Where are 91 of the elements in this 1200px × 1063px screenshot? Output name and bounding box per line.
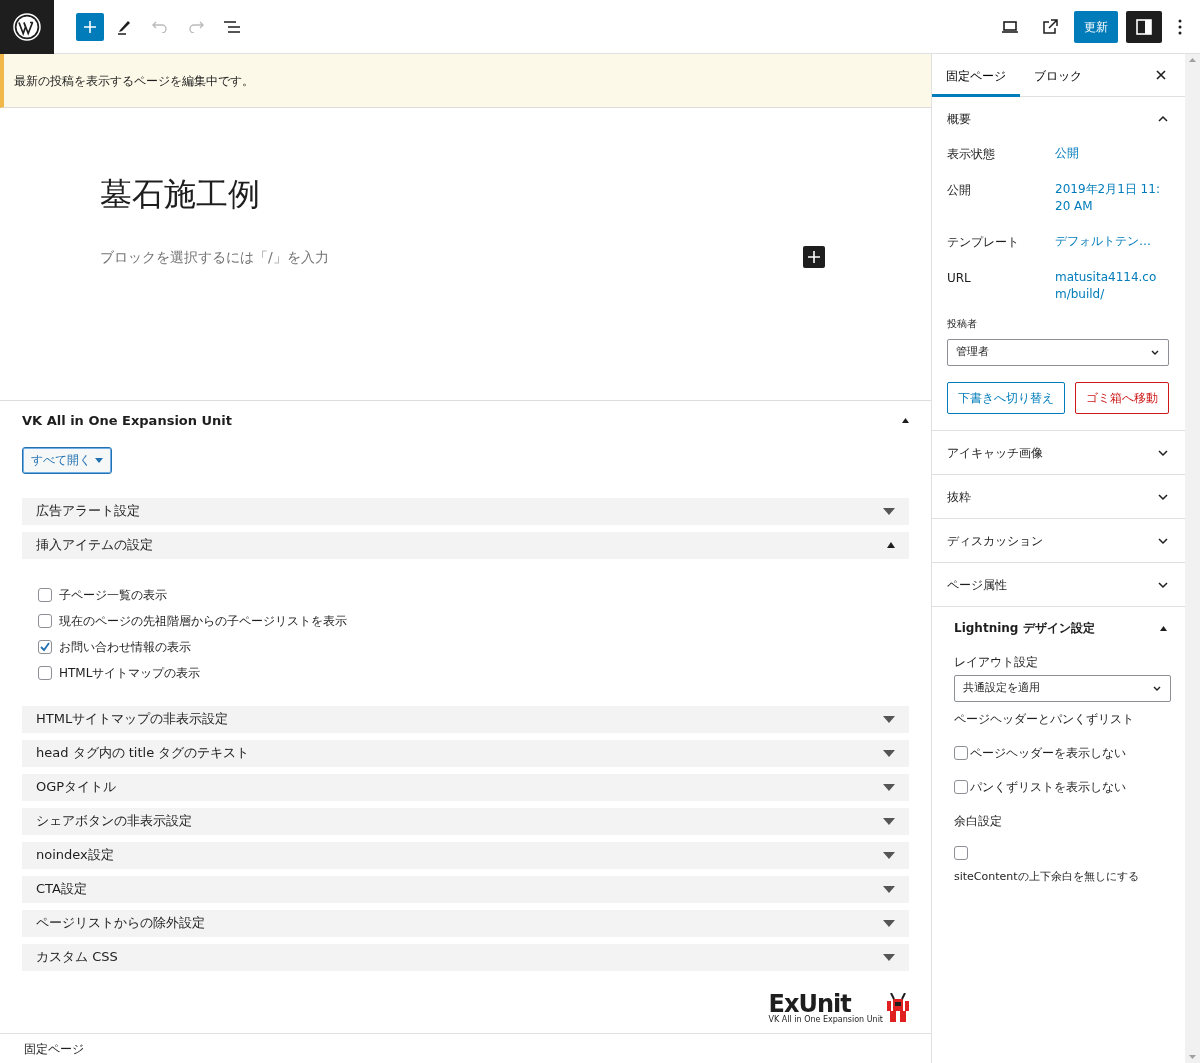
pencil-icon[interactable] [117,18,131,35]
checkbox-label: お問い合わせ情報の表示 [59,638,191,656]
panel-title[interactable]: ディスカッション [947,531,1043,550]
list-view-icon[interactable] [223,19,241,34]
sidebar-tab[interactable]: 固定ページ [932,54,1020,97]
field-label: URL [947,270,972,287]
accordion-header[interactable]: HTMLサイトマップの非表示設定 [22,705,909,733]
chevron-down-icon[interactable] [1157,447,1169,458]
field-label: テンプレート [947,234,1020,251]
accordion-header[interactable]: OGPタイトル [22,773,909,801]
triangle-up-icon[interactable] [902,418,909,424]
triangle-up-icon[interactable] [887,542,895,548]
field-value-link[interactable]: デフォルトテン… [1055,233,1165,251]
accordion-header[interactable]: カスタム CSS [22,943,909,971]
field-value-link[interactable]: 公開 [1055,145,1165,163]
checkbox-label: HTMLサイトマップの表示 [59,664,201,682]
checkbox-label: 子ページ一覧の表示 [59,586,167,604]
checkbox-label: パンくずリストを表示しない [970,779,1126,796]
block-placeholder[interactable]: ブロックを選択するには「/」を入力 [100,246,329,268]
checkbox[interactable] [38,613,52,628]
chevron-down-icon[interactable] [1157,535,1169,546]
sidebar-icon [1136,18,1152,35]
checkbox[interactable] [38,665,52,680]
triangle-down-icon[interactable] [883,749,895,757]
triangle-up-icon[interactable] [1160,625,1167,631]
add-block-button[interactable] [802,246,825,268]
chevron-down-icon [1150,348,1160,357]
logo-subtitle: VK All in One Expansion Unit [768,1015,883,1025]
field-label: ページヘッダーとパンくずリスト [954,711,1135,728]
panel-title[interactable]: ページ属性 [947,575,1007,594]
plus-icon [807,251,820,263]
field-label: 余白設定 [954,813,1003,830]
triangle-down-icon[interactable] [883,885,895,893]
checkbox-label: siteContentの上下余白を無しにする [954,869,1140,885]
triangle-down-icon[interactable] [883,783,895,791]
breadcrumb-link[interactable]: 固定ページ [24,1039,84,1058]
field-label: 表示状態 [947,146,996,163]
field-value-link[interactable]: 2019年2月1日 11:20 AM [1055,181,1165,215]
panel-title[interactable]: 概要 [947,109,971,128]
move-to-trash-button[interactable]: ゴミ箱へ移動 [1075,382,1169,414]
layout-select[interactable]: 共通設定を適用 [954,675,1171,702]
metabox-title: VK All in One Expansion Unit [22,412,233,430]
triangle-down-icon[interactable] [883,851,895,859]
switch-to-draft-button[interactable]: 下書きへ切り替え [947,382,1065,414]
accordion-header[interactable]: 挿入アイテムの設定 [22,531,909,559]
panel-title: Lightning デザイン設定 [954,620,1095,637]
triangle-down-icon[interactable] [883,817,895,825]
triangle-down-icon[interactable] [883,507,895,515]
field-label: 公開 [947,182,972,199]
open-all-button[interactable]: すべて開く [22,446,112,474]
laptop-icon[interactable] [1001,19,1019,34]
chevron-down-icon[interactable] [1157,491,1169,502]
accordion-header[interactable]: シェアボタンの非表示設定 [22,807,909,835]
checkbox[interactable] [954,846,968,860]
sidebar-toggle-button[interactable] [1126,10,1162,43]
external-link-icon[interactable] [1042,18,1058,35]
field-label: レイアウト設定 [954,654,1039,671]
caret-icon [95,457,103,463]
checkbox-label: 現在のページの先祖階層からの子ページリストを表示 [59,612,347,630]
checkbox-label: ページヘッダーを表示しない [970,745,1126,762]
accordion-header[interactable]: ページリストからの除外設定 [22,909,909,937]
author-select[interactable]: 管理者 [947,339,1169,366]
checkbox[interactable] [38,639,52,654]
checkbox[interactable] [38,587,52,602]
checkbox[interactable] [954,780,968,794]
panel-title[interactable]: 抜粋 [947,487,971,506]
checkbox[interactable] [954,746,968,760]
panel-title[interactable]: アイキャッチ画像 [947,443,1043,462]
update-button[interactable]: 更新 [1074,10,1118,43]
more-options-icon[interactable] [1178,18,1182,35]
triangle-down-icon[interactable] [883,953,895,961]
check-icon [40,641,50,652]
field-value-link[interactable]: matusita4114.com/build/ [1055,269,1165,303]
triangle-down-icon[interactable] [883,715,895,723]
field-label: 投稿者 [947,317,978,331]
chevron-down-icon [1152,684,1162,693]
page-title[interactable]: 墓石施工例 [100,175,260,213]
sidebar-tab[interactable]: ブロック [1020,54,1096,97]
close-icon[interactable] [1156,70,1166,80]
accordion-header[interactable]: head タグ内の title タグのテキスト [22,739,909,767]
chevron-up-icon[interactable] [1157,113,1169,124]
robot-mascot-icon [887,993,909,1023]
accordion-header[interactable]: 広告アラート設定 [22,497,909,525]
wordpress-logo-icon[interactable] [13,12,41,41]
notice-text: 最新の投稿を表示するページを編集中です。 [14,72,254,90]
logo-text: ExUnit [768,993,852,1015]
chevron-down-icon[interactable] [1157,579,1169,590]
accordion-header[interactable]: noindex設定 [22,841,909,869]
accordion-header[interactable]: CTA設定 [22,875,909,903]
triangle-down-icon[interactable] [883,919,895,927]
plus-icon [83,19,97,34]
